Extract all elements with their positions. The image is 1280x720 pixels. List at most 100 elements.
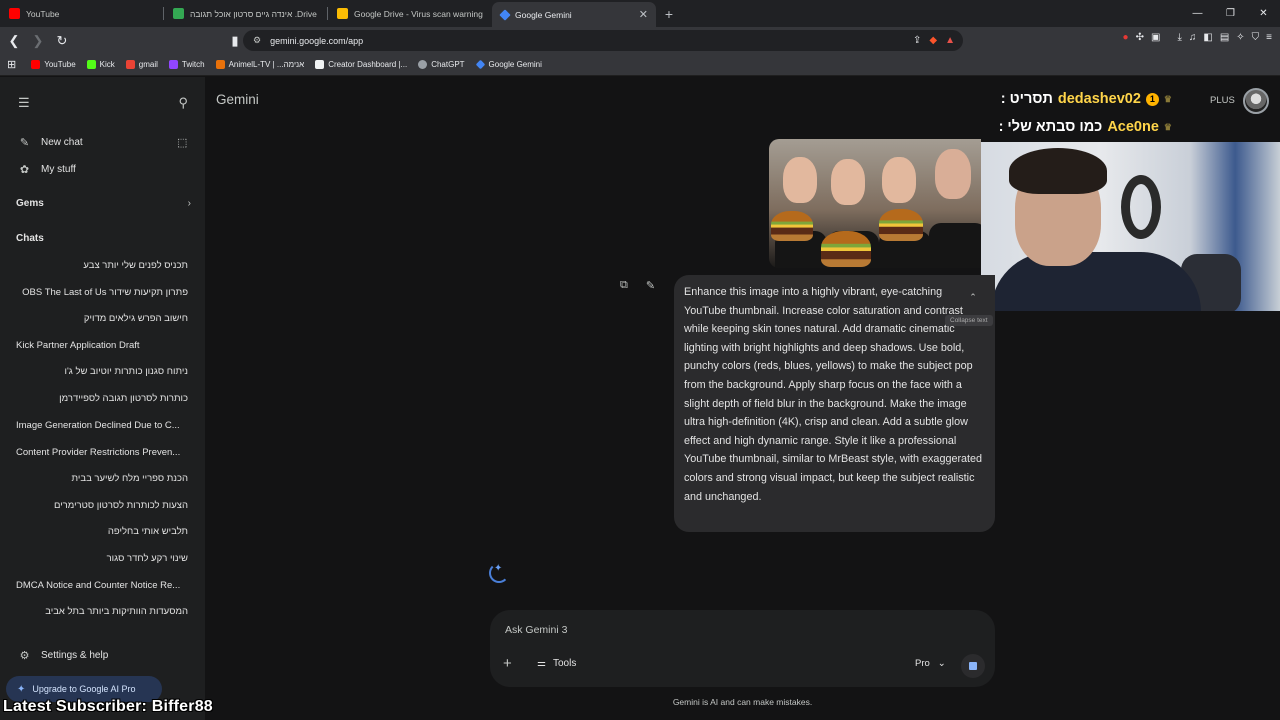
add-attachment-icon[interactable]: + [503, 655, 512, 672]
face-shape [882, 157, 916, 203]
bookmark-youtube[interactable]: YouTube [31, 60, 76, 69]
anime-site-icon [215, 60, 225, 69]
bookmark-twitch[interactable]: Twitch [168, 60, 205, 69]
chat-item[interactable]: ניתוח סגנון כותרות יוטיוב של ג'ו [16, 366, 188, 377]
model-label: Pro [915, 658, 930, 669]
edit-icon: ✎ [19, 137, 30, 149]
settings-help-button[interactable]: ⚙ Settings & help [18, 649, 109, 662]
bookmark-anime[interactable]: AnimelL-TV | ...אנימה [215, 60, 304, 69]
chat-item[interactable]: תכניס לפנים שלי יותר צבע [16, 260, 188, 271]
chat-item[interactable]: Image Generation Declined Due to C... [16, 420, 188, 431]
tools-button[interactable]: ⚌ Tools [537, 658, 576, 669]
sliders-icon: ⚌ [537, 658, 546, 669]
chat-item[interactable]: Content Provider Restrictions Preven... [16, 447, 188, 458]
record-icon[interactable]: ● [1123, 32, 1129, 43]
tab-youtube[interactable]: YouTube [0, 0, 164, 27]
temporary-chat-icon[interactable]: ⬚ [177, 136, 187, 149]
shapes-icon: ✿ [19, 164, 30, 176]
bookmark-chatgpt[interactable]: ChatGPT [418, 60, 465, 69]
back-icon[interactable]: ❮ [4, 31, 24, 51]
tab-title: Google Gemini [515, 9, 572, 20]
sparkle-icon: ✦ [17, 683, 26, 695]
chat-message: תסריט : [1000, 91, 1053, 107]
close-window-icon[interactable]: ✕ [1247, 0, 1280, 27]
address-bar-actions: ⇪ ◆ ▲ [913, 35, 963, 46]
gems-label: Gems [16, 198, 44, 209]
chevron-right-icon: › [187, 198, 191, 209]
collapse-icon[interactable]: ⌃ [965, 289, 981, 305]
reload-icon[interactable]: ↻ [52, 31, 72, 51]
close-tab-icon[interactable]: ✕ [639, 8, 648, 21]
prompt-input[interactable] [505, 624, 885, 636]
chat-item[interactable]: תלביש אותי בחליפה [16, 526, 188, 537]
apps-icon[interactable]: ⊞ [7, 58, 16, 71]
tooltip: Collapse text [945, 315, 993, 326]
chat-item[interactable]: חישוב הפרש גילאים מדויק [16, 313, 188, 324]
bookmark-creator-dashboard[interactable]: Creator Dashboard |... [315, 60, 407, 69]
latest-subscriber: Latest Subscriber: Biffer88 [3, 698, 213, 715]
puzzle-icon[interactable]: ✣ [1136, 32, 1144, 43]
bookmark-icon[interactable]: ▮ [225, 31, 245, 51]
upgrade-label: Upgrade to Google AI Pro [32, 684, 136, 694]
stop-button[interactable] [961, 654, 985, 678]
wallet-icon[interactable]: ▤ [1220, 32, 1229, 43]
vpn-icon[interactable]: ⛉ [1252, 32, 1260, 43]
new-chat-button[interactable]: ✎ New chat [18, 136, 83, 149]
rewards-icon[interactable]: ▲ [945, 35, 955, 46]
plan-badge: PLUS [1210, 95, 1235, 106]
tab-title: YouTube [26, 8, 60, 19]
chat-item[interactable]: DMCA Notice and Counter Notice Re... [16, 580, 188, 591]
brave-shield-icon[interactable]: ◆ [929, 35, 937, 46]
tab-title: Google Drive - Virus scan warning [354, 8, 483, 19]
download-icon[interactable]: ⤓ [1177, 32, 1181, 43]
chat-item[interactable]: המסעדות הוותיקות ביותר בתל אביב [16, 606, 188, 617]
chat-item[interactable]: Kick Partner Application Draft [16, 340, 188, 351]
search-icon[interactable]: ⚲ [178, 95, 188, 111]
sidebar-toggle-icon[interactable]: ◧ [1203, 32, 1212, 43]
model-selector[interactable]: Pro ⌄ [915, 658, 946, 669]
maximize-icon[interactable]: ❐ [1214, 0, 1247, 27]
tab-strip: YouTube אינדה גיים סרטון אוכל תגובה .Dri… [0, 0, 1280, 27]
bookmark-kick[interactable]: Kick [86, 60, 115, 69]
chat-item[interactable]: הכנת ספריי מלח לשיער בבית [16, 473, 188, 484]
burger-shape [821, 231, 871, 267]
chat-item[interactable]: כותרות לסרטון תגובה לספיידרמן [16, 393, 188, 404]
bookmark-gmail[interactable]: gmail [125, 60, 158, 69]
shirt-shape [929, 223, 981, 268]
tab-drive[interactable]: אינדה גיים סרטון אוכל תגובה .Drive [164, 0, 328, 27]
minimize-icon[interactable]: — [1181, 0, 1214, 27]
site-info-icon[interactable]: ⚙ [253, 35, 261, 46]
extension-icon[interactable]: ▣ [1151, 32, 1160, 43]
browser-toolbar: ❮ ❯ ↻ ▮ ⚙ gemini.google.com/app ⇪ ◆ ▲ ● … [0, 27, 1280, 54]
share-icon[interactable]: ⇪ [913, 35, 921, 46]
face-shape [831, 159, 865, 205]
chat-item[interactable]: שינוי רקע לחדר סגור [16, 553, 188, 564]
chat-item[interactable]: פתרון תקיעות שידור OBS The Last of Us [16, 287, 188, 298]
new-tab-button[interactable]: + [656, 0, 682, 27]
face-shape [935, 149, 971, 199]
chat-item[interactable]: הצעות לכותרות לסרטון סטרימרים [16, 500, 188, 511]
media-icon[interactable]: ♫ [1189, 32, 1197, 43]
youtube-favicon-icon [9, 8, 20, 19]
hamburger-menu-icon[interactable]: ☰ [18, 95, 30, 111]
copy-icon[interactable]: ⧉ [620, 279, 628, 292]
tab-drive-warning[interactable]: Google Drive - Virus scan warning [328, 0, 492, 27]
url-text[interactable]: gemini.google.com/app [270, 36, 363, 46]
my-stuff-button[interactable]: ✿ My stuff [18, 163, 76, 176]
page-title[interactable]: Gemini [216, 92, 259, 107]
address-bar[interactable]: ⚙ gemini.google.com/app ⇪ ◆ ▲ [243, 30, 963, 51]
bookmark-gemini[interactable]: Google Gemini [475, 59, 542, 70]
forward-icon[interactable]: ❯ [28, 31, 48, 51]
stop-icon [969, 662, 977, 670]
bookmark-label: gmail [138, 60, 158, 69]
crown-icon: ♛ [1163, 93, 1172, 104]
leo-icon[interactable]: ✧ [1236, 32, 1244, 43]
tab-gemini[interactable]: Google Gemini ✕ [492, 2, 656, 27]
uploaded-image[interactable] [769, 139, 981, 268]
avatar[interactable] [1243, 88, 1269, 114]
prompt-box: + ⚌ Tools Pro ⌄ [490, 610, 995, 687]
menu-icon[interactable]: ≡ [1266, 32, 1272, 43]
edit-icon[interactable]: ✎ [646, 279, 655, 292]
gems-section[interactable]: Gems › [16, 198, 191, 209]
bookmark-label: Creator Dashboard |... [328, 60, 408, 69]
